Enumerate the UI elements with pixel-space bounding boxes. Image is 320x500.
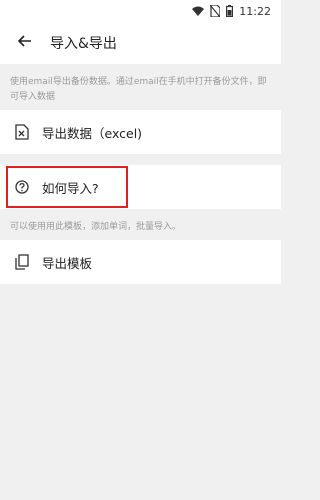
- battery-icon: [226, 5, 234, 17]
- copy-icon: [14, 254, 30, 270]
- app-bar: 导入&导出: [0, 22, 281, 64]
- wifi-icon: [192, 6, 205, 16]
- export-caption: 使用email导出备份数据。通过email在手机中打开备份文件，即可导入数据: [10, 77, 267, 102]
- how-to-import-label: 如何导入?: [42, 180, 99, 196]
- excel-file-icon: [14, 124, 30, 140]
- arrow-back-icon: [16, 33, 32, 53]
- back-button[interactable]: [4, 22, 44, 64]
- export-template-label: 导出模板: [42, 255, 93, 271]
- help-icon: [14, 179, 30, 195]
- export-data-label: 导出数据（excel): [42, 125, 143, 141]
- status-time: 11:22: [239, 4, 271, 18]
- how-to-import-button[interactable]: 如何导入?: [0, 165, 281, 209]
- no-sim-icon: [210, 5, 221, 17]
- status-bar: 11:22: [0, 0, 281, 22]
- export-template-button[interactable]: 导出模板: [0, 240, 281, 284]
- export-data-button[interactable]: 导出数据（excel): [0, 110, 281, 154]
- page-title: 导入&导出: [50, 36, 117, 52]
- template-caption: 可以使用用此模板，添加单词，批量导入。: [10, 222, 182, 232]
